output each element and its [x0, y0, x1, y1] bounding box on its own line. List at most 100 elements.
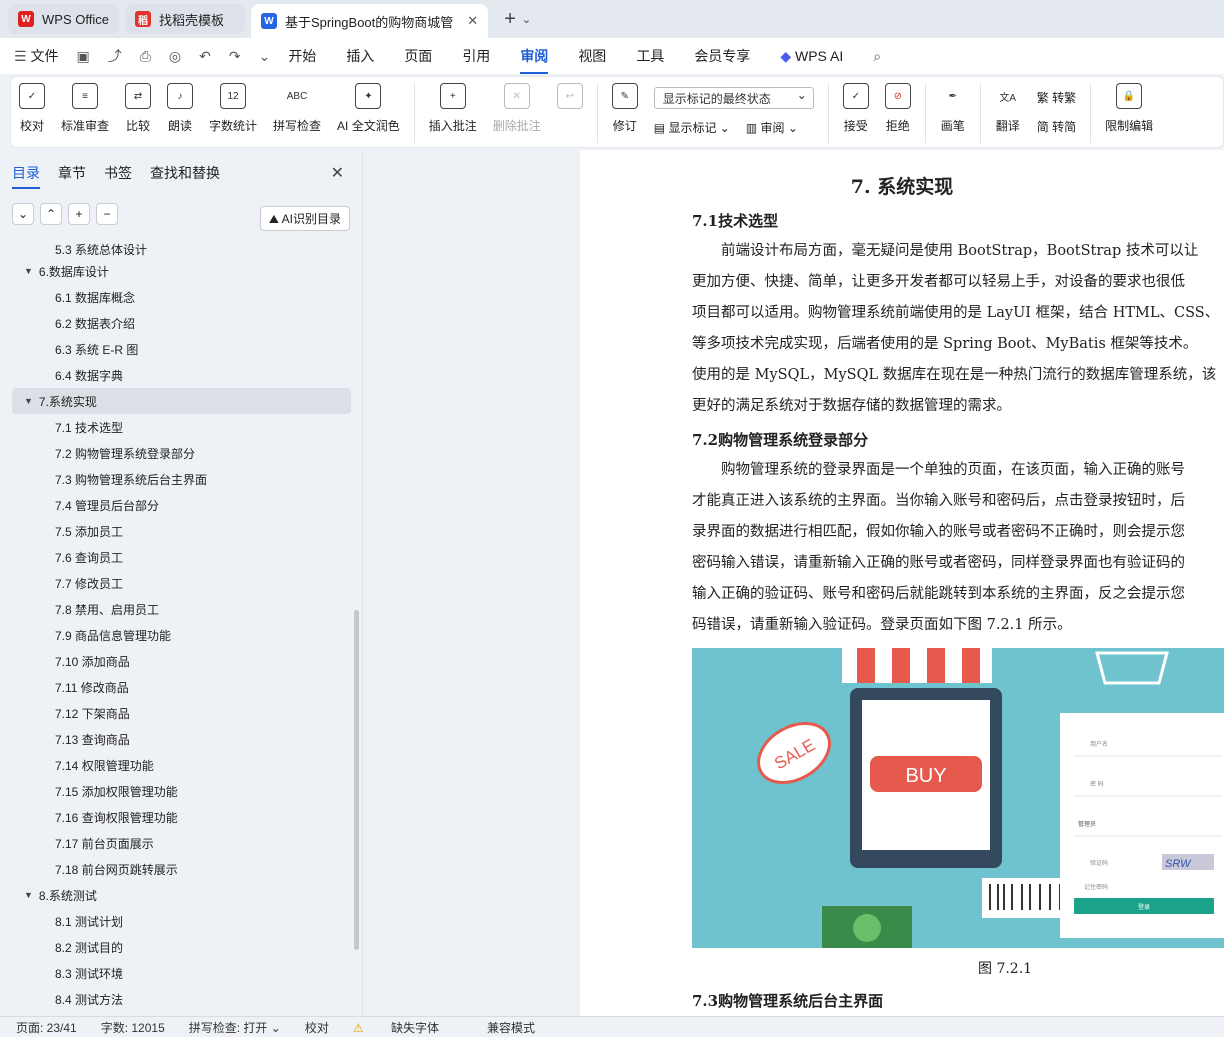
translate-button[interactable]: 文A 翻译 — [995, 83, 1021, 134]
review-pane-button[interactable]: ▥ 审阅 ⌄ — [746, 119, 798, 136]
close-icon[interactable]: ✕ — [331, 163, 344, 183]
to-simplified-button[interactable]: 简 转简 — [1037, 118, 1076, 135]
save-icon[interactable]: ▣ — [76, 48, 89, 65]
collapse-triangle-icon[interactable]: ▼ — [24, 890, 33, 900]
menu-wps-ai[interactable]: ◆ WPS AI — [780, 48, 843, 65]
menu-start[interactable]: 开始 — [288, 46, 316, 66]
delete-comment-button[interactable]: ✕ 删除批注 — [493, 83, 541, 134]
tab-document[interactable]: W 基于SpringBoot的购物商城管 ✕ — [250, 4, 489, 38]
toc-item[interactable]: 7.2 购物管理系统登录部分 — [12, 440, 351, 466]
chevron-down-icon[interactable]: ⌄ — [522, 13, 531, 26]
compare-button[interactable]: ⇄ 比较 — [125, 83, 152, 134]
toc-item[interactable]: 8.2 测试目的 — [12, 934, 351, 960]
word-count-button[interactable]: 12 字数统计 — [209, 83, 257, 134]
preview-icon[interactable]: ◎ — [169, 48, 181, 65]
read-aloud-button[interactable]: ♪ 朗读 — [167, 83, 194, 134]
toc-item-label: 7.11 修改商品 — [55, 680, 129, 695]
toc-item[interactable]: 7.3 购物管理系统后台主界面 — [12, 466, 351, 492]
comment-nav-button[interactable]: ↩ — [556, 83, 583, 117]
proofread-button[interactable]: ✓ 校对 — [19, 83, 45, 134]
menu-review[interactable]: 审阅 — [520, 46, 549, 74]
toc-item[interactable]: ▼ 6.数据库设计 — [12, 258, 351, 284]
nav-tabs: 目录 章节 书签 查找和替换 — [0, 150, 362, 196]
missing-font-status[interactable]: ⚠ 缺失字体 — [353, 1019, 463, 1036]
toc-item[interactable]: 7.18 前台网页跳转展示 — [12, 856, 351, 882]
toc-item[interactable]: 7.1 技术选型 — [12, 414, 351, 440]
pen-button[interactable]: ✒ 画笔 — [940, 83, 966, 134]
toc-item[interactable]: 7.4 管理员后台部分 — [12, 492, 351, 518]
tab-toc[interactable]: 目录 — [12, 163, 40, 189]
add-icon[interactable]: + — [68, 203, 90, 225]
toc-item[interactable]: 7.14 权限管理功能 — [12, 752, 351, 778]
ai-polish-button[interactable]: ✦ AI 全文润色 — [337, 83, 400, 134]
toc-item[interactable]: 7.5 添加员工 — [12, 518, 351, 544]
toc-item[interactable]: 6.4 数据字典 — [12, 362, 351, 388]
menu-insert[interactable]: 插入 — [346, 46, 374, 66]
new-tab-icon[interactable]: + — [504, 8, 516, 31]
username-field: 用户名 — [1090, 740, 1108, 748]
restrict-edit-button[interactable]: 🔒 限制编辑 — [1105, 83, 1153, 134]
ai-toc-button[interactable]: ⛰ AI识别目录 — [259, 206, 350, 231]
to-traditional-button[interactable]: 繁 转繁 — [1037, 89, 1076, 106]
toc-item[interactable]: 8.1 测试计划 — [12, 908, 351, 934]
remove-icon[interactable]: − — [96, 203, 118, 225]
toc-item[interactable]: 6.3 系统 E-R 图 — [12, 336, 351, 362]
revise-button[interactable]: ✎ 修订 — [611, 83, 638, 134]
collapse-triangle-icon[interactable]: ▼ — [24, 266, 33, 276]
toc-item[interactable]: ▼ 7.系统实现 — [12, 388, 351, 414]
redo-icon[interactable]: ↷ — [229, 48, 241, 65]
toc-item[interactable]: 7.17 前台页面展示 — [12, 830, 351, 856]
collapse-triangle-icon[interactable]: ▼ — [24, 396, 33, 406]
toc-item[interactable]: 8.4 测试方法 — [12, 986, 351, 1012]
menu-icon[interactable]: ☰ 文件 — [14, 46, 58, 66]
toc-item[interactable]: 7.11 修改商品 — [12, 674, 351, 700]
toc-item[interactable]: 7.8 禁用、启用员工 — [12, 596, 351, 622]
tab-find-replace[interactable]: 查找和替换 — [150, 163, 220, 183]
page-indicator[interactable]: 页面: 23/41 — [16, 1019, 77, 1036]
standard-review-button[interactable]: ≡ 标准审查 — [61, 83, 109, 134]
undo-icon[interactable]: ↶ — [199, 48, 211, 65]
toc-item[interactable]: 7.6 查询员工 — [12, 544, 351, 570]
print-icon[interactable]: ⎙ — [140, 48, 151, 65]
toc-item[interactable]: 7.12 下架商品 — [12, 700, 351, 726]
toc-item[interactable]: 5.3 系统总体设计 — [12, 242, 351, 258]
proofread-status[interactable]: 校对 — [305, 1019, 329, 1036]
toc-item[interactable]: 8.3 测试环境 — [12, 960, 351, 986]
toc-item-label: 7.17 前台页面展示 — [55, 836, 154, 851]
menu-view[interactable]: 视图 — [578, 46, 606, 66]
more-icon[interactable]: ⌄ — [259, 48, 271, 65]
toc-item[interactable]: 6.1 数据库概念 — [12, 284, 351, 310]
collapse-icon[interactable]: ⌃ — [40, 203, 62, 225]
toc-item[interactable]: 7.7 修改员工 — [12, 570, 351, 596]
menu-tools[interactable]: 工具 — [636, 46, 664, 66]
toc-item[interactable]: 7.15 添加权限管理功能 — [12, 778, 351, 804]
toc-item-label: 7.4 管理员后台部分 — [55, 498, 160, 513]
toc-item[interactable]: 7.13 查询商品 — [12, 726, 351, 752]
tab-docer[interactable]: 稻找稻壳模板 — [124, 4, 245, 34]
tab-chapters[interactable]: 章节 — [58, 163, 86, 183]
toc-item-label: 7.5 添加员工 — [55, 524, 124, 539]
word-count[interactable]: 字数: 12015 — [101, 1019, 165, 1036]
show-marks-button[interactable]: ▤ 显示标记 ⌄ — [654, 119, 730, 136]
menu-reference[interactable]: 引用 — [462, 46, 490, 66]
insert-comment-button[interactable]: + 插入批注 — [429, 83, 477, 134]
toc-item[interactable]: 7.16 查询权限管理功能 — [12, 804, 351, 830]
toc-item[interactable]: ▼ 8.系统测试 — [12, 882, 351, 908]
show-mode-select[interactable]: 显示标记的最终状态 — [653, 87, 814, 109]
reject-button[interactable]: ⊘ 拒绝 — [884, 83, 911, 134]
toc-item[interactable]: 7.10 添加商品 — [12, 648, 351, 674]
spell-check-button[interactable]: ABC 拼写检查 — [273, 83, 321, 134]
expand-icon[interactable]: ⌄ — [12, 203, 34, 225]
search-icon[interactable]: ⌕ — [873, 48, 881, 65]
export-icon[interactable]: ⤴ — [108, 46, 122, 66]
toc-item[interactable]: 6.2 数据表介绍 — [12, 310, 351, 336]
tab-wps-office[interactable]: W WPS Office — [8, 4, 119, 34]
spell-check-status[interactable]: 拼写检查: 打开 ⌄ — [189, 1019, 281, 1036]
accept-button[interactable]: ✓ 接受 — [842, 83, 869, 134]
close-icon[interactable]: ✕ — [467, 13, 478, 29]
tab-bookmarks[interactable]: 书签 — [104, 163, 132, 183]
toc-scrollbar[interactable] — [354, 610, 359, 950]
menu-page[interactable]: 页面 — [404, 46, 432, 66]
menu-member[interactable]: 会员专享 — [694, 46, 750, 66]
toc-item[interactable]: 7.9 商品信息管理功能 — [12, 622, 351, 648]
